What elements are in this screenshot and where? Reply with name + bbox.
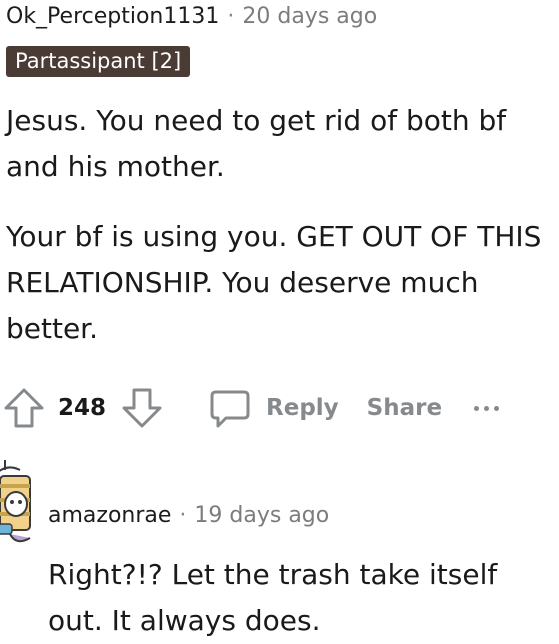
header-separator: · — [227, 4, 235, 29]
comment-username[interactable]: Ok_Perception1131 — [6, 4, 219, 29]
reply-username[interactable]: amazonrae — [48, 503, 171, 528]
more-dots-icon[interactable] — [474, 405, 500, 411]
downvote-arrow-icon[interactable] — [120, 386, 164, 430]
comment-timestamp[interactable]: 20 days ago — [242, 4, 377, 29]
dot-1 — [474, 405, 480, 411]
comment-body: Jesus. You need to get rid of both bf an… — [6, 98, 556, 376]
vote-count: 248 — [58, 395, 107, 421]
comment-paragraph-2: Your bf is using you. GET OUT OF THIS RE… — [6, 220, 542, 345]
upvote-arrow-icon[interactable] — [2, 386, 46, 430]
speech-bubble-icon — [208, 386, 252, 430]
user-flair-badge: Partassipant [2] — [6, 46, 191, 77]
comment-action-bar: 248 Reply Share — [0, 382, 500, 434]
reply-body: Right?!? Let the trash take itself out. … — [48, 558, 498, 637]
reply-label: Reply — [266, 395, 339, 421]
reply-timestamp[interactable]: 19 days ago — [194, 503, 329, 528]
reply-header-separator: · — [179, 503, 187, 528]
share-button[interactable]: Share — [367, 395, 442, 421]
reply-header: amazonrae · 19 days ago — [48, 503, 329, 528]
comment-paragraph-1: Jesus. You need to get rid of both bf an… — [6, 104, 507, 183]
comment-header: Ok_Perception1131 · 20 days ago — [6, 4, 377, 29]
dot-3 — [494, 405, 500, 411]
reply-button[interactable]: Reply — [208, 386, 339, 430]
user-avatar-icon[interactable] — [0, 458, 50, 548]
dot-2 — [484, 405, 490, 411]
